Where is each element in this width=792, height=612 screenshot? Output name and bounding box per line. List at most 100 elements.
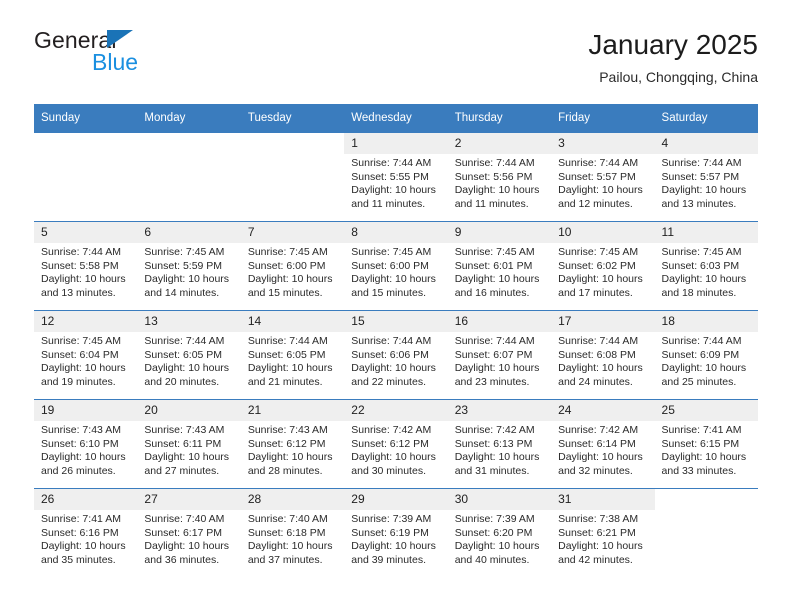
- calendar-day-cell[interactable]: 5 Sunrise: 7:44 AM Sunset: 5:58 PM Daylight…: [34, 221, 138, 311]
- daylight-text: Daylight: 10 hours and 27 minutes.: [144, 451, 230, 477]
- page-subtitle: Pailou, Chongqing, China: [599, 69, 758, 85]
- calendar-day-cell[interactable]: 11 Sunrise: 7:45 AM Sunset: 6:03 PM Dayligh…: [654, 221, 758, 311]
- calendar-day-cell[interactable]: 15 Sunrise: 7:44 AM Sunset: 6:06 PM Dayligh…: [344, 310, 448, 400]
- calendar-day-cell[interactable]: 3 Sunrise: 7:44 AM Sunset: 5:57 PM Daylight…: [551, 132, 655, 222]
- calendar-day-cell[interactable]: 14 Sunrise: 7:44 AM Sunset: 6:05 PM Dayligh…: [240, 310, 345, 400]
- calendar-grid: Sunday Monday Tuesday Wednesday Thursday Frid…: [34, 104, 758, 577]
- day-number: 30: [447, 489, 552, 510]
- calendar-day-cell[interactable]: 25 Sunrise: 7:41 AM Sunset: 6:15 PM Dayligh…: [654, 399, 758, 489]
- day-number: 14: [240, 311, 345, 332]
- day-details: Sunrise: 7:44 AM Sunset: 6:06 PM Daylight:…: [344, 332, 447, 389]
- sunset-text: Sunset: 6:12 PM: [247, 437, 326, 450]
- sunset-text: Sunset: 6:18 PM: [247, 526, 326, 539]
- sunset-text: Sunset: 6:00 PM: [351, 259, 429, 272]
- calendar-day-cell-empty: [137, 132, 241, 222]
- sunset-text: Sunset: 6:21 PM: [558, 526, 636, 539]
- day-number: 25: [654, 400, 758, 421]
- calendar-day-cell[interactable]: 27 Sunrise: 7:40 AM Sunset: 6:17 PM Dayligh…: [137, 488, 241, 577]
- day-number: [137, 133, 240, 154]
- calendar-day-cell[interactable]: 24 Sunrise: 7:42 AM Sunset: 6:14 PM Dayligh…: [551, 399, 655, 489]
- daylight-text: Daylight: 10 hours and 19 minutes.: [41, 362, 126, 388]
- day-details: Sunrise: 7:45 AM Sunset: 6:03 PM Daylight:…: [655, 243, 758, 300]
- calendar-day-cell[interactable]: 2 Sunrise: 7:44 AM Sunset: 5:56 PM Daylight…: [447, 132, 552, 222]
- sunrise-text: Sunrise: 7:39 AM: [454, 513, 535, 525]
- day-details: Sunrise: 7:44 AM Sunset: 6:05 PM Daylight:…: [137, 332, 240, 389]
- daylight-text: Daylight: 10 hours and 17 minutes.: [558, 273, 643, 299]
- day-details: Sunrise: 7:43 AM Sunset: 6:11 PM Daylight:…: [137, 421, 240, 478]
- daylight-text: Daylight: 10 hours and 26 minutes.: [41, 451, 126, 477]
- day-number: 31: [551, 489, 655, 510]
- day-details: Sunrise: 7:44 AM Sunset: 5:56 PM Daylight:…: [448, 154, 551, 211]
- day-number: 8: [344, 222, 448, 243]
- sunrise-text: Sunrise: 7:40 AM: [247, 513, 328, 525]
- day-number: 19: [34, 400, 138, 421]
- calendar-day-cell[interactable]: 23 Sunrise: 7:42 AM Sunset: 6:13 PM Dayligh…: [447, 399, 552, 489]
- calendar-day-cell[interactable]: 30 Sunrise: 7:39 AM Sunset: 6:20 PM Dayligh…: [447, 488, 552, 577]
- day-details: Sunrise: 7:42 AM Sunset: 6:13 PM Daylight:…: [448, 421, 551, 478]
- day-details: Sunrise: 7:43 AM Sunset: 6:12 PM Daylight:…: [241, 421, 344, 478]
- sunrise-text: Sunrise: 7:45 AM: [558, 246, 639, 258]
- sunset-text: Sunset: 5:57 PM: [558, 170, 636, 183]
- daylight-text: Daylight: 10 hours and 42 minutes.: [558, 540, 643, 566]
- calendar-page: General Blue January 2025 Pailou, Chongq…: [0, 0, 792, 612]
- calendar-day-cell[interactable]: 26 Sunrise: 7:41 AM Sunset: 6:16 PM Dayligh…: [34, 488, 138, 577]
- day-details: Sunrise: 7:45 AM Sunset: 6:02 PM Daylight:…: [551, 243, 654, 300]
- daylight-text: Daylight: 10 hours and 20 minutes.: [144, 362, 230, 388]
- sunrise-text: Sunrise: 7:44 AM: [661, 335, 742, 347]
- day-details: Sunrise: 7:44 AM Sunset: 5:57 PM Daylight:…: [551, 154, 654, 211]
- calendar-day-cell[interactable]: 10 Sunrise: 7:45 AM Sunset: 6:02 PM Dayligh…: [551, 221, 655, 311]
- sunset-text: Sunset: 5:59 PM: [144, 259, 223, 272]
- calendar-day-cell[interactable]: 1 Sunrise: 7:44 AM Sunset: 5:55 PM Daylight…: [344, 132, 448, 222]
- day-details: Sunrise: 7:44 AM Sunset: 5:57 PM Daylight:…: [655, 154, 758, 211]
- calendar-day-cell[interactable]: 22 Sunrise: 7:42 AM Sunset: 6:12 PM Dayligh…: [344, 399, 448, 489]
- sunset-text: Sunset: 6:03 PM: [661, 259, 740, 272]
- sunset-text: Sunset: 6:00 PM: [247, 259, 326, 272]
- daylight-text: Daylight: 10 hours and 21 minutes.: [247, 362, 333, 388]
- calendar-day-cell[interactable]: 21 Sunrise: 7:43 AM Sunset: 6:12 PM Dayligh…: [240, 399, 345, 489]
- day-number: 15: [344, 311, 448, 332]
- day-number: 13: [137, 311, 241, 332]
- sunrise-text: Sunrise: 7:38 AM: [558, 513, 639, 525]
- calendar-day-cell[interactable]: 18 Sunrise: 7:44 AM Sunset: 6:09 PM Dayligh…: [654, 310, 758, 400]
- day-number: [34, 133, 137, 154]
- calendar-day-cell[interactable]: 7 Sunrise: 7:45 AM Sunset: 6:00 PM Daylight…: [240, 221, 345, 311]
- calendar-day-cell[interactable]: 4 Sunrise: 7:44 AM Sunset: 5:57 PM Daylight…: [654, 132, 758, 222]
- sunset-text: Sunset: 6:20 PM: [454, 526, 533, 539]
- calendar-day-cell-empty: [34, 132, 138, 222]
- calendar-day-cell[interactable]: 19 Sunrise: 7:43 AM Sunset: 6:10 PM Dayligh…: [34, 399, 138, 489]
- daylight-text: Daylight: 10 hours and 35 minutes.: [41, 540, 126, 566]
- day-number: 28: [240, 489, 345, 510]
- calendar-day-cell[interactable]: 6 Sunrise: 7:45 AM Sunset: 5:59 PM Daylight…: [137, 221, 241, 311]
- calendar-day-cell[interactable]: 8 Sunrise: 7:45 AM Sunset: 6:00 PM Daylight…: [344, 221, 448, 311]
- calendar-day-cell[interactable]: 31 Sunrise: 7:38 AM Sunset: 6:21 PM Dayligh…: [551, 488, 655, 577]
- sunset-text: Sunset: 5:56 PM: [454, 170, 533, 183]
- sunrise-text: Sunrise: 7:45 AM: [454, 246, 535, 258]
- daylight-text: Daylight: 10 hours and 39 minutes.: [351, 540, 436, 566]
- calendar-table: Sunday Monday Tuesday Wednesday Thursday Frid…: [34, 104, 758, 577]
- calendar-day-cell[interactable]: 28 Sunrise: 7:40 AM Sunset: 6:18 PM Dayligh…: [240, 488, 345, 577]
- sunrise-text: Sunrise: 7:45 AM: [41, 335, 121, 347]
- daylight-text: Daylight: 10 hours and 16 minutes.: [454, 273, 540, 299]
- daylight-text: Daylight: 10 hours and 24 minutes.: [558, 362, 643, 388]
- sunrise-text: Sunrise: 7:44 AM: [661, 157, 742, 169]
- sunset-text: Sunset: 6:11 PM: [144, 437, 222, 450]
- day-number: 7: [240, 222, 345, 243]
- sunset-text: Sunset: 6:10 PM: [41, 437, 119, 450]
- calendar-week-row: 19 Sunrise: 7:43 AM Sunset: 6:10 PM Dayligh…: [34, 399, 758, 489]
- calendar-day-cell[interactable]: 13 Sunrise: 7:44 AM Sunset: 6:05 PM Dayligh…: [137, 310, 241, 400]
- calendar-day-cell[interactable]: 17 Sunrise: 7:44 AM Sunset: 6:08 PM Dayligh…: [551, 310, 655, 400]
- calendar-day-cell[interactable]: 16 Sunrise: 7:44 AM Sunset: 6:07 PM Dayligh…: [447, 310, 552, 400]
- daylight-text: Daylight: 10 hours and 28 minutes.: [247, 451, 333, 477]
- title-block: January 2025 Pailou, Chongqing, China: [588, 28, 758, 86]
- calendar-day-cell[interactable]: 29 Sunrise: 7:39 AM Sunset: 6:19 PM Dayligh…: [344, 488, 448, 577]
- sunrise-text: Sunrise: 7:40 AM: [144, 513, 225, 525]
- day-number: [655, 489, 758, 510]
- calendar-day-cell[interactable]: 20 Sunrise: 7:43 AM Sunset: 6:11 PM Dayligh…: [137, 399, 241, 489]
- daylight-text: Daylight: 10 hours and 25 minutes.: [661, 362, 747, 388]
- calendar-day-cell[interactable]: 12 Sunrise: 7:45 AM Sunset: 6:04 PM Dayligh…: [34, 310, 138, 400]
- sunrise-text: Sunrise: 7:42 AM: [454, 424, 535, 436]
- calendar-day-cell[interactable]: 9 Sunrise: 7:45 AM Sunset: 6:01 PM Daylight…: [447, 221, 552, 311]
- sunset-text: Sunset: 6:19 PM: [351, 526, 429, 539]
- weekday-header-friday: Friday: [551, 104, 655, 133]
- day-number: 17: [551, 311, 655, 332]
